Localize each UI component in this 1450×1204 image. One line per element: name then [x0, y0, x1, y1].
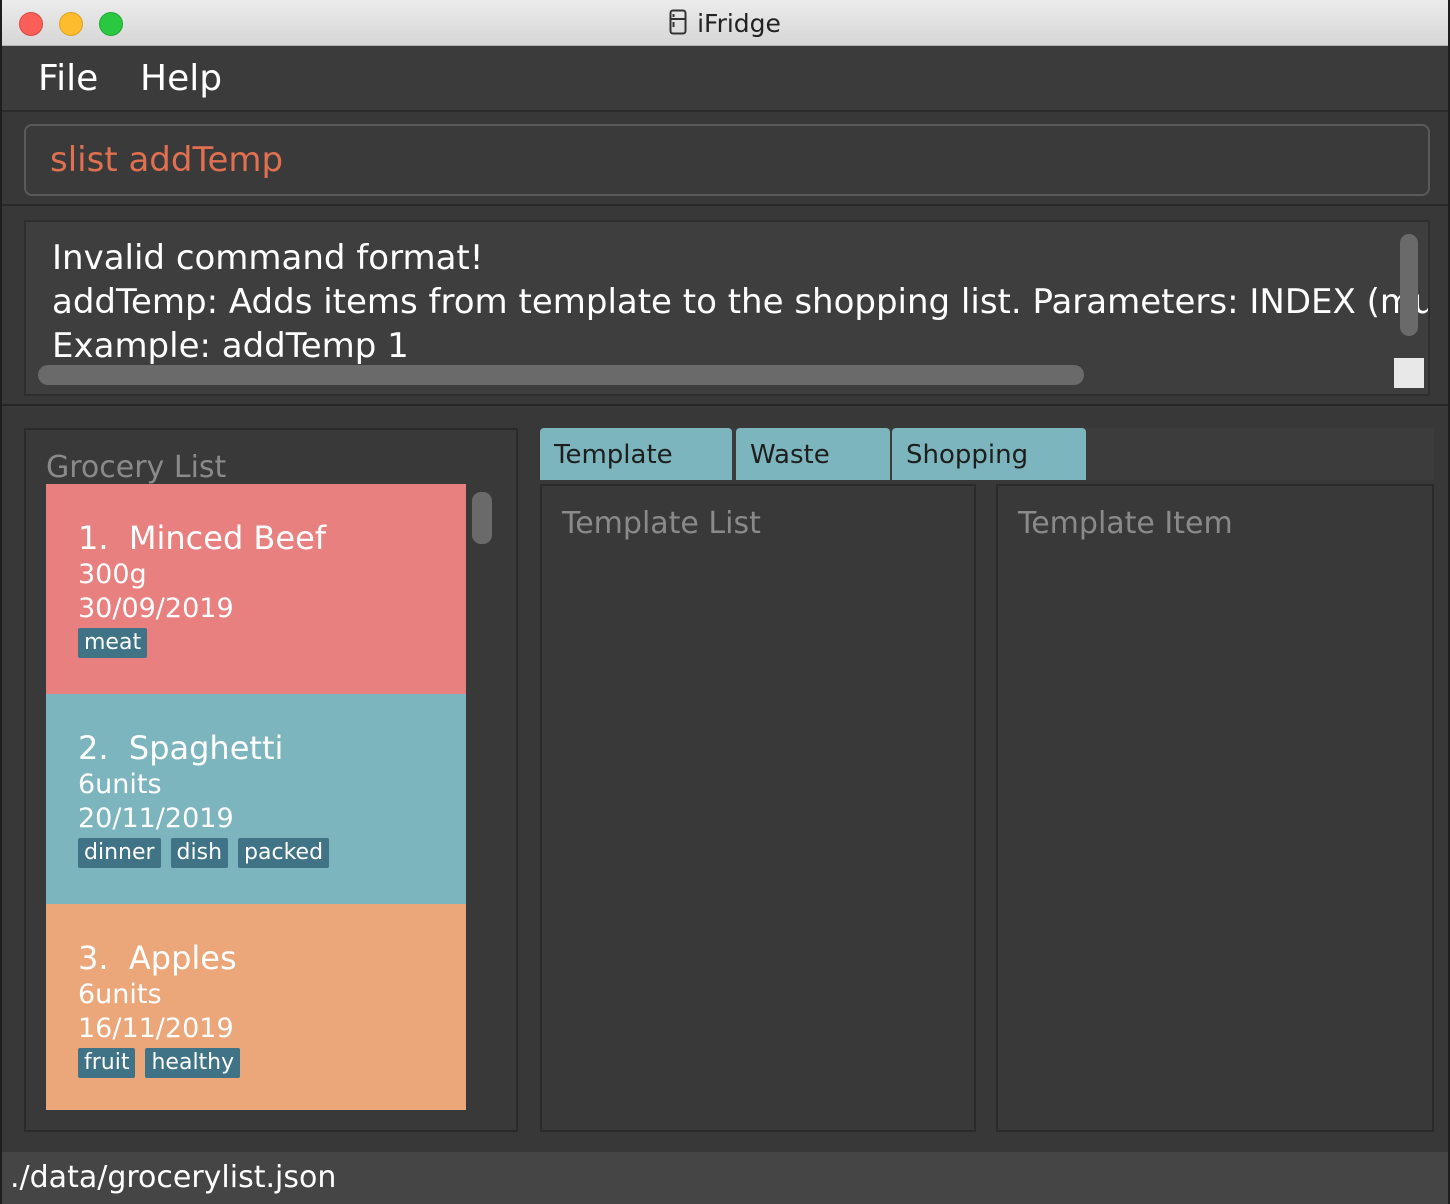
menu-bar: File Help — [2, 46, 1448, 112]
grocery-item-name: 3. Apples — [78, 939, 237, 977]
grocery-list-scrollbar[interactable] — [472, 492, 492, 544]
result-display[interactable]: Invalid command format! addTemp: Adds it… — [24, 220, 1430, 396]
tab-template-list[interactable]: Template List — [540, 428, 732, 524]
grocery-item-amount: 6units — [78, 769, 162, 800]
tag-label: fruit — [78, 1048, 136, 1078]
result-area: Invalid command format! addTemp: Adds it… — [2, 208, 1448, 406]
grocery-item-expiry: 30/09/2019 — [78, 593, 234, 624]
grocery-item-amount: 6units — [78, 979, 162, 1010]
template-list-panel: Template List — [540, 484, 976, 1132]
grocery-item-expiry: 16/11/2019 — [78, 1013, 234, 1044]
grocery-item-tags: dinner dish packed — [78, 838, 434, 870]
tag-label: meat — [78, 628, 148, 658]
tab-shopping-list[interactable]: Shopping List — [892, 428, 1086, 524]
command-input[interactable]: slist addTemp — [24, 124, 1430, 196]
tab-waste-list[interactable]: Waste List — [736, 428, 890, 524]
grocery-item-amount: 300g — [78, 559, 147, 590]
grocery-item-tags: meat — [78, 628, 434, 660]
command-area: slist addTemp — [2, 112, 1448, 206]
grocery-item-tags: fruit healthy — [78, 1048, 434, 1080]
template-item-panel: Template Item — [996, 484, 1434, 1132]
grocery-card[interactable]: 1. Minced Beef 300g 30/09/2019 meat — [46, 484, 466, 694]
fridge-icon — [669, 9, 687, 41]
template-item-title: Template Item — [1018, 506, 1233, 541]
app-window: iFridge File Help slist addTemp Invalid … — [0, 0, 1450, 1204]
grocery-list-panel: Grocery List 1. Minced Beef 300g 30/09/2… — [24, 428, 518, 1132]
tag-label: dish — [170, 838, 229, 868]
grocery-item-name: 2. Spaghetti — [78, 729, 284, 767]
grocery-list-title: Grocery List — [46, 450, 227, 485]
tab-pane: Template List Waste List Shopping List T… — [540, 428, 1434, 1132]
menu-help[interactable]: Help — [140, 58, 222, 99]
grocery-list: 1. Minced Beef 300g 30/09/2019 meat 2. S… — [46, 484, 466, 1110]
grocery-item-name: 1. Minced Beef — [78, 519, 327, 557]
scroll-corner — [1394, 358, 1424, 388]
grocery-card[interactable]: 3. Apples 6units 16/11/2019 fruit healthy — [46, 904, 466, 1110]
menu-file[interactable]: File — [38, 58, 98, 99]
result-vertical-scrollbar[interactable] — [1400, 234, 1418, 336]
window-title: iFridge — [697, 9, 781, 38]
status-file-path: ./data/grocerylist.json — [10, 1160, 337, 1195]
grocery-item-expiry: 20/11/2019 — [78, 803, 234, 834]
window-title-wrap: iFridge — [2, 9, 1448, 41]
result-text: Invalid command format! addTemp: Adds it… — [52, 238, 1428, 366]
status-bar: ./data/grocerylist.json — [2, 1152, 1448, 1204]
grocery-card[interactable]: 2. Spaghetti 6units 20/11/2019 dinner dis… — [46, 694, 466, 904]
tag-label: dinner — [78, 838, 161, 868]
tag-label: packed — [238, 838, 330, 868]
title-bar: iFridge — [2, 0, 1448, 46]
tag-label: healthy — [145, 1048, 241, 1078]
result-horizontal-scrollbar[interactable] — [38, 365, 1084, 385]
template-list-title: Template List — [562, 506, 761, 541]
tab-header: Template List Waste List Shopping List — [540, 428, 1434, 524]
